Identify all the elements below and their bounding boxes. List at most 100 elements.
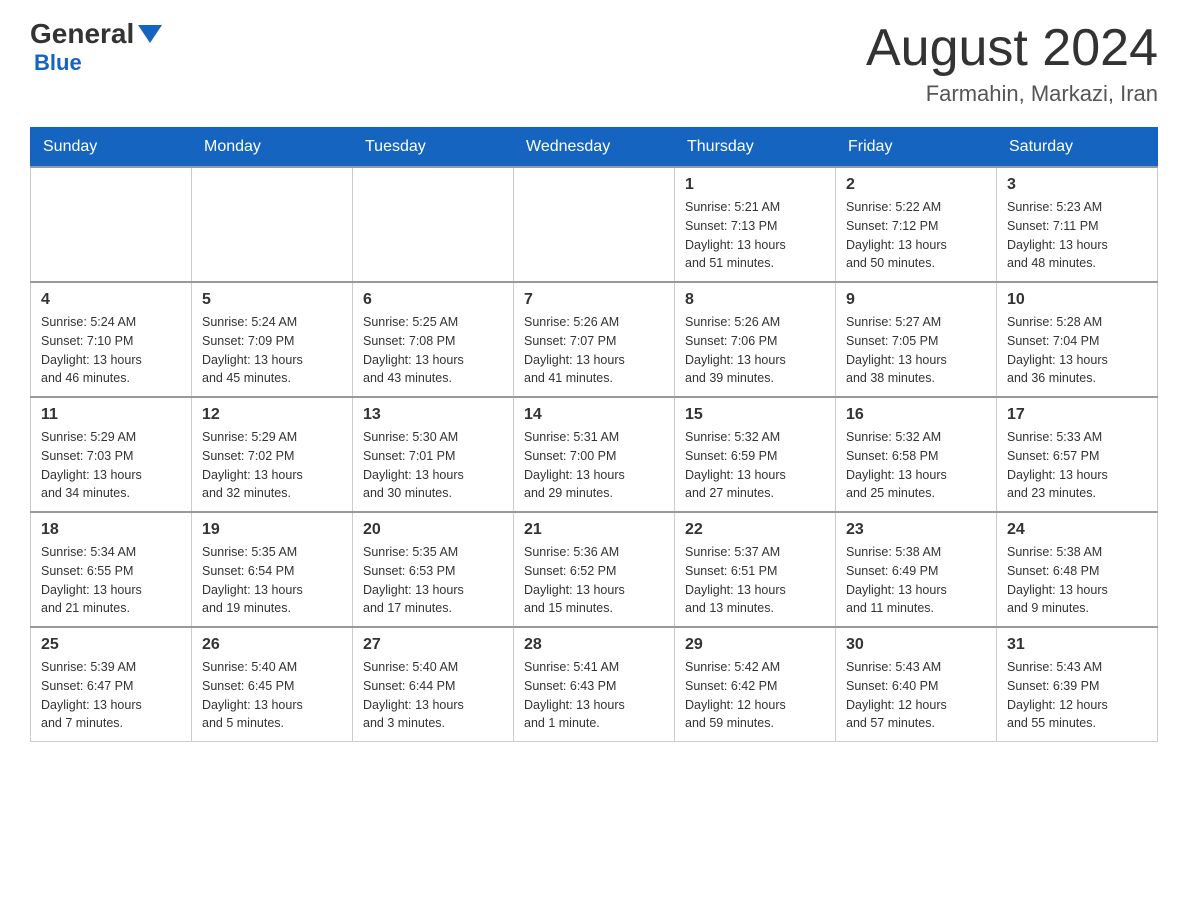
- calendar-cell-2-1: 4 Sunrise: 5:24 AM Sunset: 7:10 PM Daylig…: [31, 282, 192, 397]
- day-info: Sunrise: 5:29 AM Sunset: 7:03 PM Dayligh…: [41, 428, 181, 503]
- calendar-cell-3-3: 13Sunrise: 5:30 AM Sunset: 7:01 PM Dayli…: [353, 397, 514, 512]
- day-number: 31: [1007, 636, 1147, 654]
- calendar-cell-3-4: 14 Sunrise: 5:31 AM Sunset: 7:00 PM Dayli…: [514, 397, 675, 512]
- day-number: 22: [685, 521, 825, 539]
- day-number: 28: [524, 636, 664, 654]
- day-number: 2: [846, 176, 986, 194]
- day-number: 11: [41, 406, 181, 424]
- day-info: Sunrise: 5:33 AM Sunset: 6:57 PM Dayligh…: [1007, 428, 1147, 503]
- day-number: 25: [41, 636, 181, 654]
- day-info: Sunrise: 5:42 AM Sunset: 6:42 PM Dayligh…: [685, 658, 825, 733]
- day-info: Sunrise: 5:25 AM Sunset: 7:08 PM Dayligh…: [363, 313, 503, 388]
- day-info: Sunrise: 5:23 AM Sunset: 7:11 PM Dayligh…: [1007, 198, 1147, 273]
- day-number: 8: [685, 291, 825, 309]
- week-row-5: 25 Sunrise: 5:39 AM Sunset: 6:47 PM Dayli…: [31, 627, 1158, 742]
- calendar-cell-1-4: [514, 167, 675, 282]
- day-info: Sunrise: 5:38 AM Sunset: 6:49 PM Dayligh…: [846, 543, 986, 618]
- location-title: Farmahin, Markazi, Iran: [866, 81, 1158, 107]
- day-info: Sunrise: 5:31 AM Sunset: 7:00 PM Dayligh…: [524, 428, 664, 503]
- day-info: Sunrise: 5:40 AM Sunset: 6:44 PM Dayligh…: [363, 658, 503, 733]
- day-number: 5: [202, 291, 342, 309]
- calendar-cell-1-7: 3 Sunrise: 5:23 AM Sunset: 7:11 PM Daylig…: [997, 167, 1158, 282]
- day-number: 9: [846, 291, 986, 309]
- day-number: 15: [685, 406, 825, 424]
- day-info: Sunrise: 5:26 AM Sunset: 7:07 PM Dayligh…: [524, 313, 664, 388]
- day-info: Sunrise: 5:32 AM Sunset: 6:58 PM Dayligh…: [846, 428, 986, 503]
- day-number: 6: [363, 291, 503, 309]
- day-number: 18: [41, 521, 181, 539]
- logo: General Blue: [30, 20, 162, 76]
- header: General Blue August 2024 Farmahin, Marka…: [30, 20, 1158, 107]
- logo-triangle-icon: [138, 25, 162, 43]
- week-row-4: 18 Sunrise: 5:34 AM Sunset: 6:55 PM Dayli…: [31, 512, 1158, 627]
- calendar-cell-2-3: 6 Sunrise: 5:25 AM Sunset: 7:08 PM Daylig…: [353, 282, 514, 397]
- week-row-2: 4 Sunrise: 5:24 AM Sunset: 7:10 PM Daylig…: [31, 282, 1158, 397]
- calendar-cell-2-6: 9 Sunrise: 5:27 AM Sunset: 7:05 PM Daylig…: [836, 282, 997, 397]
- day-number: 12: [202, 406, 342, 424]
- calendar-cell-4-2: 19 Sunrise: 5:35 AM Sunset: 6:54 PM Dayli…: [192, 512, 353, 627]
- calendar-cell-3-7: 17 Sunrise: 5:33 AM Sunset: 6:57 PM Dayli…: [997, 397, 1158, 512]
- calendar-cell-5-4: 28 Sunrise: 5:41 AM Sunset: 6:43 PM Dayli…: [514, 627, 675, 742]
- calendar-cell-5-2: 26 Sunrise: 5:40 AM Sunset: 6:45 PM Dayli…: [192, 627, 353, 742]
- day-number: 23: [846, 521, 986, 539]
- day-number: 7: [524, 291, 664, 309]
- day-number: 19: [202, 521, 342, 539]
- calendar-cell-5-6: 30 Sunrise: 5:43 AM Sunset: 6:40 PM Dayli…: [836, 627, 997, 742]
- day-info: Sunrise: 5:32 AM Sunset: 6:59 PM Dayligh…: [685, 428, 825, 503]
- day-number: 20: [363, 521, 503, 539]
- day-info: Sunrise: 5:35 AM Sunset: 6:54 PM Dayligh…: [202, 543, 342, 618]
- day-info: Sunrise: 5:43 AM Sunset: 6:39 PM Dayligh…: [1007, 658, 1147, 733]
- day-number: 3: [1007, 176, 1147, 194]
- calendar-cell-3-6: 16Sunrise: 5:32 AM Sunset: 6:58 PM Dayli…: [836, 397, 997, 512]
- day-number: 10: [1007, 291, 1147, 309]
- day-number: 30: [846, 636, 986, 654]
- calendar-table: SundayMondayTuesdayWednesdayThursdayFrid…: [30, 127, 1158, 742]
- day-info: Sunrise: 5:21 AM Sunset: 7:13 PM Dayligh…: [685, 198, 825, 273]
- day-info: Sunrise: 5:43 AM Sunset: 6:40 PM Dayligh…: [846, 658, 986, 733]
- title-area: August 2024 Farmahin, Markazi, Iran: [866, 20, 1158, 107]
- day-info: Sunrise: 5:36 AM Sunset: 6:52 PM Dayligh…: [524, 543, 664, 618]
- calendar-cell-5-5: 29 Sunrise: 5:42 AM Sunset: 6:42 PM Dayli…: [675, 627, 836, 742]
- calendar-cell-2-5: 8 Sunrise: 5:26 AM Sunset: 7:06 PM Daylig…: [675, 282, 836, 397]
- calendar-cell-5-1: 25 Sunrise: 5:39 AM Sunset: 6:47 PM Dayli…: [31, 627, 192, 742]
- day-number: 29: [685, 636, 825, 654]
- day-number: 1: [685, 176, 825, 194]
- calendar-cell-1-3: [353, 167, 514, 282]
- week-row-1: 1 Sunrise: 5:21 AM Sunset: 7:13 PM Daylig…: [31, 167, 1158, 282]
- weekday-header-saturday: Saturday: [997, 128, 1158, 168]
- month-title: August 2024: [866, 20, 1158, 77]
- calendar-cell-4-7: 24Sunrise: 5:38 AM Sunset: 6:48 PM Dayli…: [997, 512, 1158, 627]
- weekday-header-thursday: Thursday: [675, 128, 836, 168]
- calendar-cell-5-7: 31 Sunrise: 5:43 AM Sunset: 6:39 PM Dayli…: [997, 627, 1158, 742]
- day-info: Sunrise: 5:24 AM Sunset: 7:10 PM Dayligh…: [41, 313, 181, 388]
- calendar-cell-4-1: 18 Sunrise: 5:34 AM Sunset: 6:55 PM Dayli…: [31, 512, 192, 627]
- day-info: Sunrise: 5:40 AM Sunset: 6:45 PM Dayligh…: [202, 658, 342, 733]
- day-number: 17: [1007, 406, 1147, 424]
- day-info: Sunrise: 5:24 AM Sunset: 7:09 PM Dayligh…: [202, 313, 342, 388]
- calendar-cell-4-4: 21Sunrise: 5:36 AM Sunset: 6:52 PM Dayli…: [514, 512, 675, 627]
- day-number: 14: [524, 406, 664, 424]
- day-info: Sunrise: 5:39 AM Sunset: 6:47 PM Dayligh…: [41, 658, 181, 733]
- calendar-cell-5-3: 27Sunrise: 5:40 AM Sunset: 6:44 PM Dayli…: [353, 627, 514, 742]
- calendar-cell-4-5: 22 Sunrise: 5:37 AM Sunset: 6:51 PM Dayli…: [675, 512, 836, 627]
- day-number: 13: [363, 406, 503, 424]
- logo-text-blue: Blue: [34, 50, 82, 76]
- calendar-cell-2-4: 7 Sunrise: 5:26 AM Sunset: 7:07 PM Daylig…: [514, 282, 675, 397]
- calendar-cell-3-5: 15 Sunrise: 5:32 AM Sunset: 6:59 PM Dayli…: [675, 397, 836, 512]
- day-info: Sunrise: 5:27 AM Sunset: 7:05 PM Dayligh…: [846, 313, 986, 388]
- day-info: Sunrise: 5:38 AM Sunset: 6:48 PM Dayligh…: [1007, 543, 1147, 618]
- weekday-header-sunday: Sunday: [31, 128, 192, 168]
- day-info: Sunrise: 5:34 AM Sunset: 6:55 PM Dayligh…: [41, 543, 181, 618]
- day-info: Sunrise: 5:41 AM Sunset: 6:43 PM Dayligh…: [524, 658, 664, 733]
- calendar-cell-1-6: 2Sunrise: 5:22 AM Sunset: 7:12 PM Daylig…: [836, 167, 997, 282]
- day-info: Sunrise: 5:26 AM Sunset: 7:06 PM Dayligh…: [685, 313, 825, 388]
- calendar-cell-1-1: [31, 167, 192, 282]
- calendar-cell-2-2: 5 Sunrise: 5:24 AM Sunset: 7:09 PM Daylig…: [192, 282, 353, 397]
- weekday-header-monday: Monday: [192, 128, 353, 168]
- day-number: 26: [202, 636, 342, 654]
- day-info: Sunrise: 5:37 AM Sunset: 6:51 PM Dayligh…: [685, 543, 825, 618]
- day-info: Sunrise: 5:35 AM Sunset: 6:53 PM Dayligh…: [363, 543, 503, 618]
- calendar-cell-4-6: 23 Sunrise: 5:38 AM Sunset: 6:49 PM Dayli…: [836, 512, 997, 627]
- day-number: 4: [41, 291, 181, 309]
- calendar-cell-2-7: 10Sunrise: 5:28 AM Sunset: 7:04 PM Dayli…: [997, 282, 1158, 397]
